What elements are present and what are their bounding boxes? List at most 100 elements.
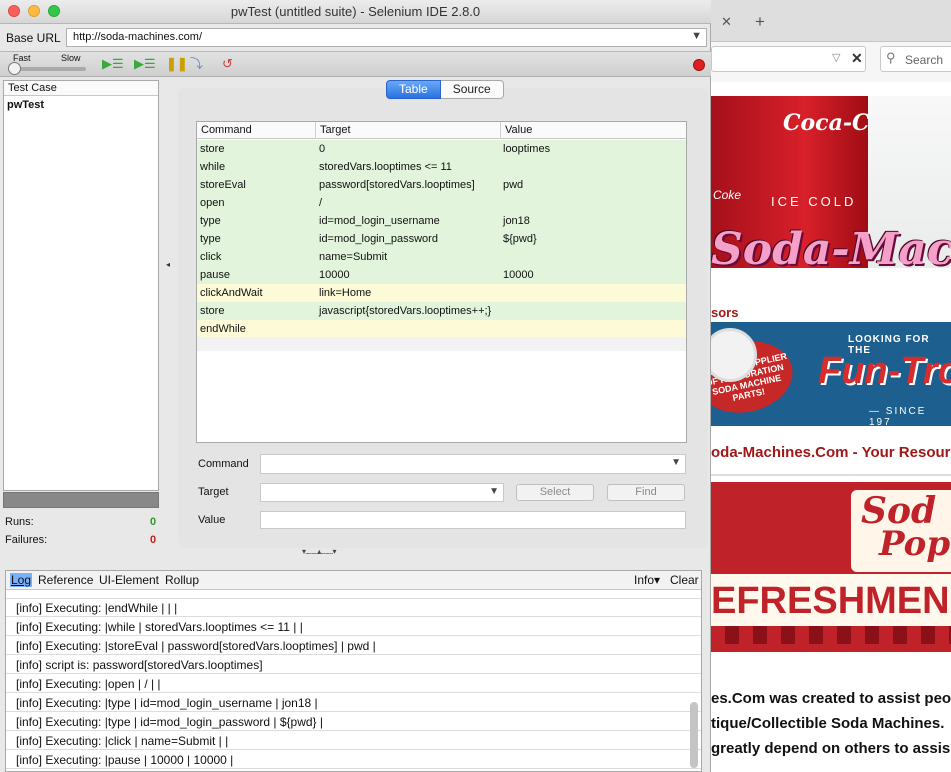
cell-command: pause <box>200 269 230 281</box>
table-row[interactable]: storeEval password[storedVars.looptimes] p… <box>197 176 686 194</box>
cell-target: javascript{storedVars.looptimes++;} <box>319 305 492 317</box>
log-text: [info] Executing: |open | / | | <box>16 677 161 691</box>
search-icon: ⚲ <box>886 50 896 65</box>
command-table: Command Target Value store 0 looptimes whi… <box>196 121 687 443</box>
cell-command: clickAndWait <box>200 287 263 299</box>
table-row[interactable]: pause 10000 10000 <box>197 266 686 284</box>
tab-reference[interactable]: Reference <box>38 573 93 587</box>
clear-log-button[interactable]: Clear <box>670 573 699 587</box>
browser-url-bar[interactable]: ▽ ✕ <box>711 46 866 72</box>
horizontal-splitter-handle[interactable]: ▾..........▴..........▾ <box>302 547 336 556</box>
record-button[interactable] <box>693 59 705 71</box>
chevron-down-icon[interactable]: ▼ <box>489 486 499 497</box>
selenium-ide-window: pwTest (untitled suite) - Selenium IDE 2… <box>0 0 711 772</box>
run-progress-bar <box>3 492 159 508</box>
find-button[interactable]: Find <box>607 484 685 501</box>
cell-command: open <box>200 197 225 209</box>
test-case-item[interactable]: pwTest <box>4 96 158 114</box>
chevron-down-icon[interactable]: ▼ <box>671 457 681 468</box>
table-row[interactable]: store javascript{storedVars.looptimes++;} <box>197 302 686 320</box>
command-field[interactable]: ▼ <box>260 454 686 474</box>
log-line: [info] Executing: |while | storedVars.lo… <box>6 617 701 636</box>
step-icon[interactable]: ⤵ <box>190 57 203 71</box>
log-scrollbar[interactable] <box>690 702 698 768</box>
play-suite-icon[interactable]: ▶☰ <box>102 57 124 71</box>
chevron-down-icon[interactable]: ▼ <box>691 30 702 42</box>
ad-since-text: — SINCE 197 <box>869 406 927 428</box>
playback-toolbar: Fast Slow ▶☰ ▶☰ ❚❚ ⤵ ↺ <box>0 51 711 77</box>
test-case-panel: Test Case pwTest <box>3 80 159 491</box>
value-field[interactable] <box>260 511 686 529</box>
base-url-value: http://soda-machines.com/ <box>73 31 203 43</box>
cell-command: store <box>200 305 225 317</box>
command-label: Command <box>198 458 249 470</box>
title-bar[interactable]: pwTest (untitled suite) - Selenium IDE 2… <box>0 0 711 24</box>
speed-slider[interactable] <box>10 67 86 71</box>
table-row[interactable]: endWhile <box>197 320 686 338</box>
sponsors-heading: sors <box>711 305 739 320</box>
vertical-splitter-handle[interactable]: ◂ <box>166 260 170 269</box>
base-url-combobox[interactable]: http://soda-machines.com/ ▼ <box>66 28 707 47</box>
column-header-value[interactable]: Value <box>505 124 532 136</box>
table-row[interactable]: type id=mod_login_password ${pwd} <box>197 230 686 248</box>
table-row[interactable]: store 0 looptimes <box>197 140 686 158</box>
background-browser-window: ✕ + ▽ ✕ ⚲ Search Coca-Cola ICE COLD Coke… <box>711 0 951 772</box>
tab-rollup[interactable]: Rollup <box>165 573 199 587</box>
cell-value: looptimes <box>503 143 551 155</box>
body-line: tique/Collectible Soda Machines. <box>711 715 945 732</box>
cell-target: name=Submit <box>319 251 388 263</box>
failures-label: Failures: <box>5 534 48 546</box>
log-panel: Log Reference UI-Element Rollup Info▾ Cl… <box>5 570 702 772</box>
rollup-icon[interactable]: ↺ <box>222 57 233 71</box>
tab-log[interactable]: Log <box>10 573 33 587</box>
view-tabs: Table Source <box>386 80 504 99</box>
banner-refreshment-text: EFRESHMEN <box>711 580 950 622</box>
divider <box>711 474 951 476</box>
play-test-case-icon[interactable]: ▶☰ <box>134 57 156 71</box>
column-header-command[interactable]: Command <box>201 124 252 136</box>
tab-table[interactable]: Table <box>386 80 441 99</box>
cell-value: ${pwd} <box>503 233 537 245</box>
clear-url-icon[interactable]: ✕ <box>851 50 863 67</box>
cell-value: jon18 <box>503 215 530 227</box>
cell-command: click <box>200 251 222 263</box>
cell-command: while <box>200 161 226 173</box>
url-dropdown-icon[interactable]: ▽ <box>832 51 840 64</box>
tab-source[interactable]: Source <box>440 80 504 99</box>
cell-value: 10000 <box>503 269 534 281</box>
log-level-dropdown[interactable]: Info▾ <box>634 573 660 587</box>
target-field[interactable]: ▼ <box>260 483 504 502</box>
column-header-target[interactable]: Target <box>320 124 351 136</box>
speed-slow-label: Slow <box>61 53 81 63</box>
browser-search-box[interactable]: ⚲ Search <box>880 46 951 72</box>
new-tab-icon[interactable]: + <box>755 12 765 32</box>
test-case-header: Test Case <box>4 81 158 96</box>
ad-brand-name: Fun-Tron <box>818 350 951 392</box>
table-row[interactable]: clickAndWait link=Home <box>197 284 686 302</box>
close-tab-icon[interactable]: ✕ <box>721 14 732 30</box>
select-button[interactable]: Select <box>516 484 594 501</box>
tab-ui-element[interactable]: UI-Element <box>99 573 159 587</box>
ad-site-title: Soda-Mach <box>711 224 951 275</box>
pause-icon[interactable]: ❚❚ <box>166 57 188 71</box>
runs-count: 0 <box>150 516 157 528</box>
log-output: [info] Executing: |endWhile | | | [info]… <box>6 590 701 771</box>
soda-machines-header-ad[interactable]: Coca-Cola ICE COLD Coke Soda-Mach <box>711 96 951 286</box>
speed-slider-handle[interactable] <box>8 62 21 75</box>
browser-tab-strip: ✕ + <box>711 0 951 42</box>
log-text: [info] Executing: |pause | 10000 | 10000… <box>16 753 234 767</box>
table-empty-row[interactable] <box>197 337 686 351</box>
table-row[interactable]: click name=Submit <box>197 248 686 266</box>
table-row[interactable]: while storedVars.looptimes <= 11 <box>197 158 686 176</box>
fun-tronics-ad[interactable]: LARGEST SUPPLIER OF RESTORATION SODA MAC… <box>711 322 951 428</box>
cell-target: 10000 <box>319 269 350 281</box>
cell-target: storedVars.looptimes <= 11 <box>319 161 452 173</box>
cell-command: store <box>200 143 225 155</box>
table-row[interactable]: type id=mod_login_username jon18 <box>197 212 686 230</box>
value-label: Value <box>198 514 226 526</box>
table-row[interactable]: open / <box>197 194 686 212</box>
log-line: [info] Executing: |click | name=Submit |… <box>6 731 701 750</box>
log-line: [info] Executing: |open | / | | <box>6 674 701 693</box>
cell-command: endWhile <box>200 323 246 335</box>
ad-coke-text: Coke <box>713 188 742 202</box>
